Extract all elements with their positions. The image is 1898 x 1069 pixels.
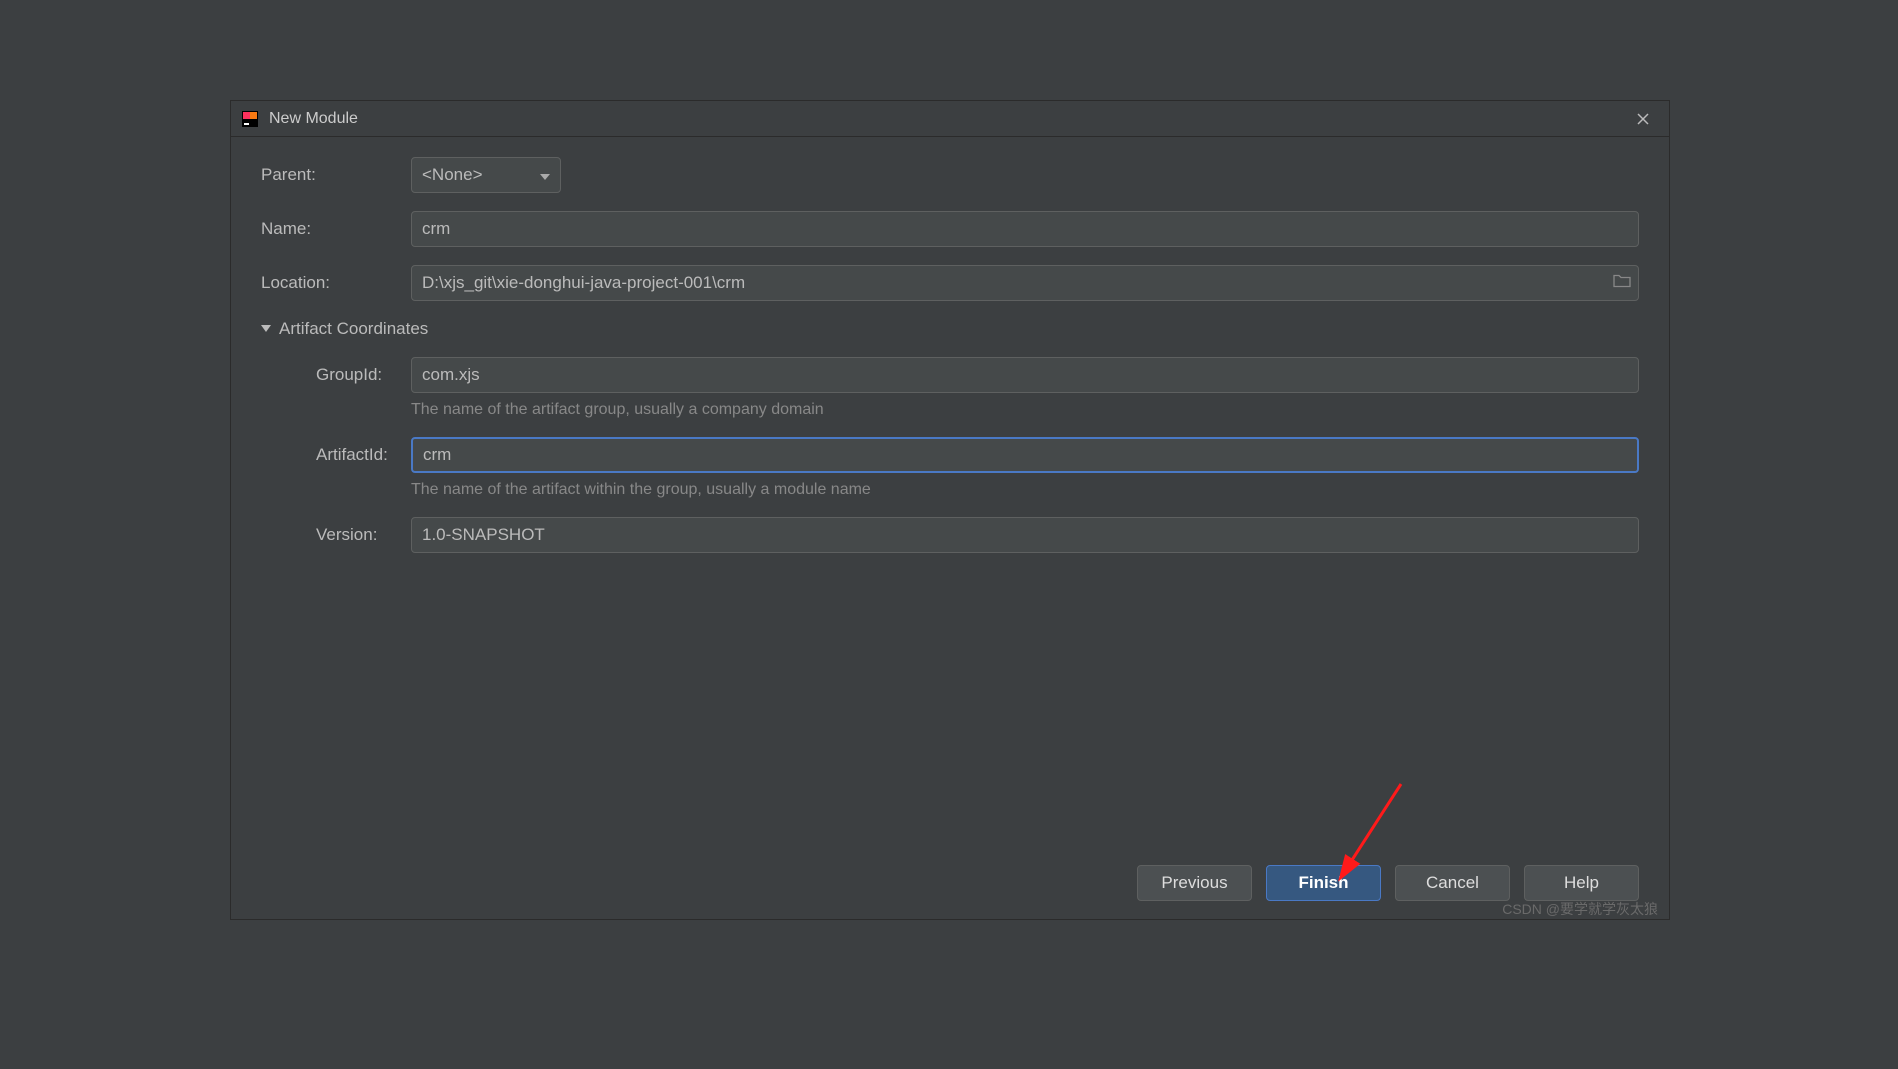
groupid-input[interactable]: com.xjs [411,357,1639,393]
previous-button[interactable]: Previous [1137,865,1252,901]
groupid-value: com.xjs [422,365,480,385]
groupid-label: GroupId: [261,365,411,385]
finish-button[interactable]: Finish [1266,865,1381,901]
titlebar: New Module [231,101,1669,137]
intellij-icon [241,110,259,128]
artifact-section-title: Artifact Coordinates [279,319,428,339]
chevron-down-icon [540,165,550,185]
artifactid-input[interactable]: crm [411,437,1639,473]
version-row: Version: 1.0-SNAPSHOT [261,517,1639,553]
dialog-content: Parent: <None> Name: crm Location: D:\xj… [231,137,1669,853]
watermark-text: CSDN @要学就学灰太狼 [1502,899,1658,919]
name-value: crm [422,219,450,239]
version-label: Version: [261,525,411,545]
parent-label: Parent: [261,165,411,185]
button-bar: Previous Finish Cancel Help [231,853,1669,919]
name-label: Name: [261,219,411,239]
artifactid-value: crm [423,445,451,465]
dialog-title: New Module [269,110,1627,128]
location-label: Location: [261,273,411,293]
artifact-coordinates-toggle[interactable]: Artifact Coordinates [261,319,1639,339]
cancel-button[interactable]: Cancel [1395,865,1510,901]
chevron-down-icon [261,322,271,336]
name-row: Name: crm [261,211,1639,247]
parent-value: <None> [422,165,483,185]
parent-row: Parent: <None> [261,157,1639,193]
name-input[interactable]: crm [411,211,1639,247]
help-button[interactable]: Help [1524,865,1639,901]
groupid-row: GroupId: com.xjs [261,357,1639,393]
close-button[interactable] [1627,105,1659,133]
location-value: D:\xjs_git\xie-donghui-java-project-001\… [422,273,745,293]
groupid-help-text: The name of the artifact group, usually … [411,401,1639,419]
browse-button[interactable] [1613,274,1631,293]
version-input[interactable]: 1.0-SNAPSHOT [411,517,1639,553]
location-input[interactable]: D:\xjs_git\xie-donghui-java-project-001\… [411,265,1639,301]
new-module-dialog: New Module Parent: <None> Name: crm Loca… [230,100,1670,920]
location-row: Location: D:\xjs_git\xie-donghui-java-pr… [261,265,1639,301]
artifactid-help-text: The name of the artifact within the grou… [411,481,1639,499]
parent-dropdown[interactable]: <None> [411,157,561,193]
artifactid-label: ArtifactId: [261,445,411,465]
version-value: 1.0-SNAPSHOT [422,525,545,545]
folder-icon [1613,274,1631,288]
artifactid-row: ArtifactId: crm [261,437,1639,473]
